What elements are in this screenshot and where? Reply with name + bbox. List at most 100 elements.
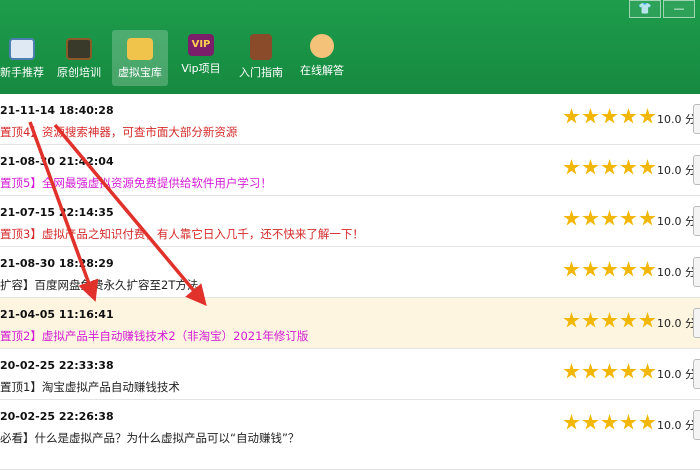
post-title[interactable]: 置顶2】虚拟产品半自动赚钱技术2（非淘宝）2021年修订版	[0, 328, 308, 344]
nav-label: 入门指南	[239, 66, 283, 79]
score: 10.0 分	[657, 317, 696, 330]
star-icon	[582, 414, 599, 430]
row-action-button[interactable]	[693, 257, 700, 287]
rating-stars	[563, 363, 658, 380]
nav-label: 原创培训	[57, 66, 101, 79]
nav-label: 虚拟宝库	[118, 66, 162, 79]
list-item[interactable]: 20-02-25 22:33:38 置顶1】淘宝虚拟产品自动赚钱技术 10.0 …	[0, 349, 700, 400]
list-item[interactable]: 21-04-05 11:16:41 置顶2】虚拟产品半自动赚钱技术2（非淘宝）2…	[0, 298, 700, 349]
star-icon	[563, 210, 580, 226]
score: 10.0 分	[657, 419, 696, 432]
post-title[interactable]: 置顶5】全网最强虚拟资源免费提供给软件用户学习！	[0, 175, 272, 191]
star-icon	[601, 414, 618, 430]
star-icon	[582, 210, 599, 226]
list-item[interactable]: 21-11-14 18:40:28 置顶4】资源搜索神器，可查市面大部分新资源 …	[0, 94, 700, 145]
row-action-button[interactable]	[693, 308, 700, 338]
star-icon	[563, 159, 580, 175]
minimize-icon: —	[673, 2, 685, 15]
shirt-icon: 👕	[638, 2, 652, 15]
list-item[interactable]: 21-08-30 18:28:29 扩容】百度网盘免费永久扩容至2T方法 10.…	[0, 247, 700, 298]
star-icon	[639, 159, 656, 175]
rating-stars	[563, 210, 658, 227]
vip-icon: VIP	[188, 34, 214, 56]
star-icon	[639, 363, 656, 379]
post-time: 20-02-25 22:33:38	[0, 359, 114, 372]
list-item[interactable]: 20-02-25 22:26:38 必看】什么是虚拟产品？为什么虚拟产品可以“自…	[0, 400, 700, 470]
nav-label: 在线解答	[300, 64, 344, 77]
post-time: 21-04-05 11:16:41	[0, 308, 114, 321]
star-icon	[639, 414, 656, 430]
nav-item-treasury[interactable]: 虚拟宝库	[112, 30, 168, 86]
star-icon	[620, 414, 637, 430]
star-icon	[601, 261, 618, 277]
star-icon	[563, 261, 580, 277]
score: 10.0 分	[657, 164, 696, 177]
nav-item-guide[interactable]: 入门指南	[236, 34, 286, 84]
star-icon	[620, 312, 637, 328]
post-time: 21-11-14 18:40:28	[0, 104, 114, 117]
star-icon	[563, 108, 580, 124]
rating-stars	[563, 159, 658, 176]
skin-button[interactable]: 👕	[629, 0, 661, 18]
rating-stars	[563, 312, 658, 329]
score: 10.0 分	[657, 113, 696, 126]
nav-item-newbie[interactable]: 新手推荐	[0, 34, 44, 84]
score: 10.0 分	[657, 368, 696, 381]
nav-label: 新手推荐	[0, 66, 44, 79]
star-icon	[582, 108, 599, 124]
star-icon	[620, 159, 637, 175]
post-time: 21-07-15 22:14:35	[0, 206, 114, 219]
star-icon	[582, 363, 599, 379]
star-icon	[563, 414, 580, 430]
rating-stars	[563, 261, 658, 278]
star-icon	[620, 363, 637, 379]
nav-item-support[interactable]: 在线解答	[296, 34, 348, 84]
star-icon	[639, 312, 656, 328]
post-title[interactable]: 置顶4】资源搜索神器，可查市面大部分新资源	[0, 124, 237, 140]
star-icon	[601, 210, 618, 226]
list-item[interactable]: 21-08-30 21:42:04 置顶5】全网最强虚拟资源免费提供给软件用户学…	[0, 145, 700, 196]
post-title[interactable]: 必看】什么是虚拟产品？为什么虚拟产品可以“自动赚钱”？	[0, 430, 299, 446]
star-icon	[563, 363, 580, 379]
book-icon	[250, 34, 272, 60]
row-action-button[interactable]	[693, 104, 700, 134]
star-icon	[582, 159, 599, 175]
star-icon	[639, 108, 656, 124]
star-icon	[601, 363, 618, 379]
post-title[interactable]: 扩容】百度网盘免费永久扩容至2T方法	[0, 277, 198, 293]
post-title[interactable]: 置顶3】虚拟产品之知识付费，有人靠它日入几千，还不快来了解一下！	[0, 226, 364, 242]
post-title[interactable]: 置顶1】淘宝虚拟产品自动赚钱技术	[0, 379, 180, 395]
nav-label: Vip项目	[181, 62, 221, 75]
star-icon	[620, 261, 637, 277]
row-action-button[interactable]	[693, 410, 700, 440]
row-action-button[interactable]	[693, 359, 700, 389]
score: 10.0 分	[657, 215, 696, 228]
post-time: 21-08-30 18:28:29	[0, 257, 114, 270]
row-action-button[interactable]	[693, 155, 700, 185]
row-action-button[interactable]	[693, 206, 700, 236]
rating-stars	[563, 108, 658, 125]
blackboard-icon	[66, 38, 92, 60]
top-toolbar: 👕 — 新手推荐 原创培训 虚拟宝库 VIP Vip项目 入门指南 在线解答	[0, 0, 700, 94]
star-icon	[601, 108, 618, 124]
score: 10.0 分	[657, 266, 696, 279]
post-time: 21-08-30 21:42:04	[0, 155, 114, 168]
star-icon	[639, 210, 656, 226]
treasure-icon	[127, 38, 153, 60]
star-icon	[601, 312, 618, 328]
post-time: 20-02-25 22:26:38	[0, 410, 114, 423]
minimize-button[interactable]: —	[663, 0, 695, 18]
star-icon	[639, 261, 656, 277]
star-icon	[563, 312, 580, 328]
resource-list: 21-11-14 18:40:28 置顶4】资源搜索神器，可查市面大部分新资源 …	[0, 94, 700, 470]
rating-stars	[563, 414, 658, 431]
star-icon	[582, 312, 599, 328]
star-icon	[582, 261, 599, 277]
star-icon	[620, 108, 637, 124]
support-icon	[310, 34, 334, 58]
nav-item-vip[interactable]: VIP Vip项目	[176, 34, 226, 84]
star-icon	[620, 210, 637, 226]
list-item[interactable]: 21-07-15 22:14:35 置顶3】虚拟产品之知识付费，有人靠它日入几千…	[0, 196, 700, 247]
star-icon	[601, 159, 618, 175]
nav-item-training[interactable]: 原创培训	[54, 34, 104, 84]
